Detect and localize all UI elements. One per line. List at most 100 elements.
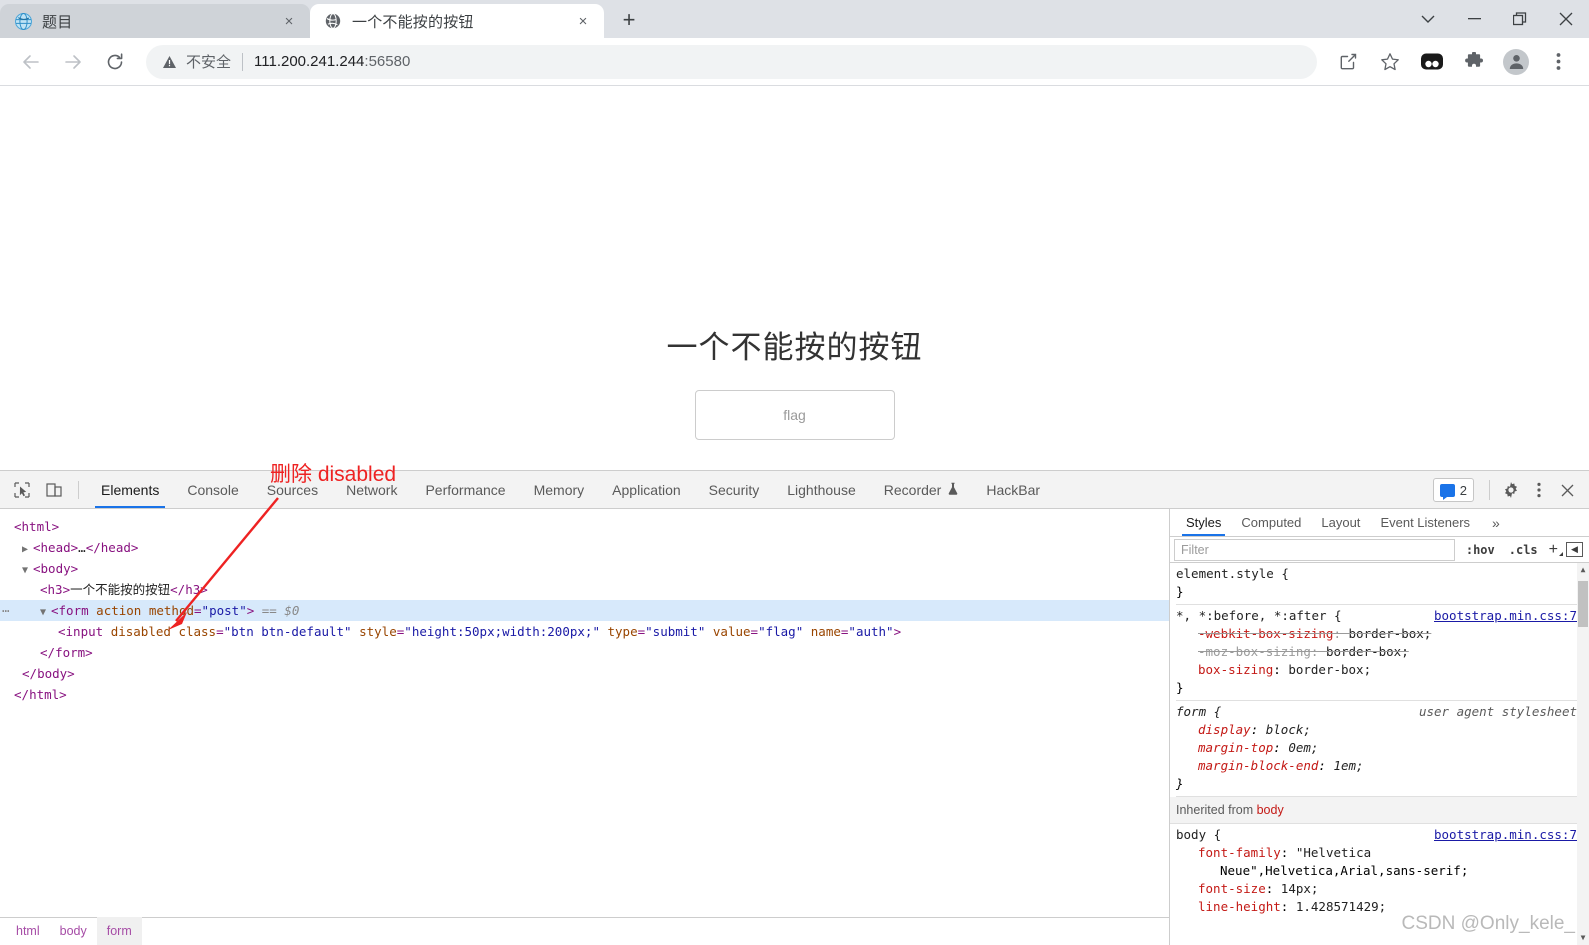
toggle-sidebar-icon[interactable]: ◀ — [1566, 542, 1583, 557]
dom-tree-pane: <html> ▶ <head>…</head> ▼ <body> <h3>一个不能按… — [0, 509, 1170, 945]
css-rule-body[interactable]: body { bootstrap.min.css:7 font-family: … — [1176, 824, 1589, 919]
dom-node-html-close[interactable]: </html> — [0, 684, 1169, 705]
stylesheet-origin-link[interactable]: bootstrap.min.css:7 — [1434, 607, 1589, 625]
form-attr-method-value: post — [209, 603, 240, 618]
styles-tab-styles[interactable]: Styles — [1176, 509, 1231, 536]
input-attr-type-name: type — [607, 624, 638, 639]
new-tab-button[interactable]: + — [612, 3, 646, 37]
devtools-tab-hackbar[interactable]: HackBar — [972, 471, 1054, 508]
minimize-button[interactable] — [1451, 3, 1497, 35]
url-port: :56580 — [364, 53, 411, 70]
more-tabs-icon[interactable]: » — [1484, 515, 1508, 531]
dom-node-form[interactable]: ⋯ ▼ <form action method="post"> == $0 — [0, 600, 1169, 621]
globe-blue-icon — [14, 12, 32, 30]
collapse-triangle-icon[interactable]: ▼ — [22, 560, 30, 581]
scrollbar-thumb[interactable] — [1578, 581, 1588, 627]
styles-tab-computed[interactable]: Computed — [1231, 509, 1311, 536]
dom-node-html[interactable]: <html> — [0, 516, 1169, 537]
close-window-button[interactable] — [1543, 3, 1589, 35]
css-declaration[interactable]: font-family: "Helvetica — [1176, 844, 1589, 862]
input-attr-value-value: flag — [765, 624, 796, 639]
rule-selector: form { user agent stylesheet — [1176, 703, 1589, 721]
browser-tab-2[interactable]: 一个不能按的按钮 × — [310, 4, 604, 38]
css-rule-form-ua[interactable]: form { user agent stylesheet display: bl… — [1176, 701, 1589, 797]
stylesheet-origin-link[interactable]: bootstrap.min.css:7 — [1434, 826, 1589, 844]
back-icon[interactable] — [13, 44, 49, 80]
dom-node-body[interactable]: ▼ <body> — [0, 558, 1169, 579]
share-icon[interactable] — [1330, 44, 1366, 80]
address-bar[interactable]: 不安全 111.200.241.244:56580 — [146, 44, 1317, 79]
devtools-tab-elements[interactable]: Elements — [87, 471, 173, 508]
dom-node-form-close[interactable]: </form> — [0, 642, 1169, 663]
devtools-tab-recorder[interactable]: Recorder — [870, 471, 973, 508]
selected-node-marker: == $0 — [261, 603, 300, 618]
browser-tab-1[interactable]: 题目 × — [0, 4, 310, 38]
dom-node-input[interactable]: <input disabled class="btn btn-default" … — [0, 621, 1169, 642]
extension-darkreader-icon[interactable] — [1414, 44, 1450, 80]
css-declaration[interactable]: margin-block-end: 1em; — [1176, 757, 1589, 775]
input-attr-name-value: auth — [855, 624, 887, 639]
devtools-body: <html> ▶ <head>…</head> ▼ <body> <h3>一个不能按… — [0, 509, 1589, 945]
css-declaration[interactable]: font-size: 14px; — [1176, 880, 1589, 898]
profile-avatar-icon[interactable] — [1498, 44, 1534, 80]
scroll-down-icon[interactable]: ▼ — [1577, 931, 1589, 945]
css-declaration[interactable]: -moz-box-sizing: border-box; — [1176, 643, 1589, 661]
css-value: 14px; — [1280, 881, 1319, 896]
css-declaration[interactable]: display: block; — [1176, 721, 1589, 739]
devtools-tab-application[interactable]: Application — [598, 471, 695, 508]
css-value: 1em; — [1333, 758, 1364, 773]
breadcrumb-item-form[interactable]: form — [96, 917, 142, 945]
device-toolbar-icon[interactable] — [40, 477, 68, 503]
devtools-tab-lighthouse[interactable]: Lighthouse — [773, 471, 870, 508]
rule-close-brace: } — [1176, 776, 1184, 791]
gear-icon[interactable] — [1497, 476, 1525, 504]
star-icon[interactable] — [1372, 44, 1408, 80]
dom-node-body-close[interactable]: </body> — [0, 663, 1169, 684]
css-declaration[interactable]: -webkit-box-sizing: border-box; — [1176, 625, 1589, 643]
overflow-dots-icon[interactable]: ⋯ — [2, 600, 11, 621]
cls-toggle-button[interactable]: .cls — [1502, 543, 1545, 557]
devtools-tab-performance[interactable]: Performance — [411, 471, 519, 508]
collapse-triangle-icon[interactable]: ▼ — [40, 602, 48, 623]
not-secure-warning-icon[interactable] — [162, 55, 177, 69]
breadcrumb-item-body[interactable]: body — [50, 917, 97, 945]
message-count-badge[interactable]: 2 — [1432, 478, 1474, 502]
dom-node-h3[interactable]: <h3>一个不能按的按钮</h3> — [0, 579, 1169, 600]
close-icon[interactable]: × — [572, 10, 594, 32]
styles-tab-layout[interactable]: Layout — [1311, 509, 1370, 536]
hov-toggle-button[interactable]: :hov — [1459, 543, 1502, 557]
css-rule-element-style[interactable]: element.style { } — [1176, 563, 1589, 605]
breadcrumb-item-html[interactable]: html — [6, 917, 50, 945]
close-devtools-icon[interactable] — [1553, 476, 1581, 504]
css-declaration[interactable]: box-sizing: border-box; — [1176, 661, 1589, 679]
puzzle-icon[interactable] — [1456, 44, 1492, 80]
css-value: border-box; — [1325, 644, 1409, 659]
new-style-rule-button[interactable]: + — [1545, 541, 1564, 559]
inspect-element-icon[interactable] — [8, 477, 36, 503]
input-attr-disabled[interactable]: disabled — [111, 624, 171, 639]
form-attr-method-name: method — [148, 603, 195, 618]
inherited-node-name[interactable]: body — [1257, 803, 1284, 817]
forward-icon[interactable] — [55, 44, 91, 80]
styles-tab-event-listeners[interactable]: Event Listeners — [1370, 509, 1480, 536]
devtools-tab-memory[interactable]: Memory — [520, 471, 599, 508]
scroll-up-icon[interactable]: ▲ — [1577, 563, 1589, 577]
rule-selector: element.style { — [1176, 565, 1589, 583]
kebab-menu-icon[interactable] — [1525, 476, 1553, 504]
tab-search-icon[interactable] — [1405, 3, 1451, 35]
flag-submit-button[interactable]: flag — [694, 390, 895, 440]
kebab-menu-icon[interactable] — [1540, 44, 1576, 80]
dom-node-head[interactable]: ▶ <head>…</head> — [0, 537, 1169, 558]
devtools-tab-console[interactable]: Console — [173, 471, 252, 508]
css-rule-universal[interactable]: *, *:before, *:after { bootstrap.min.css… — [1176, 605, 1589, 701]
expand-triangle-icon[interactable]: ▶ — [22, 539, 30, 560]
reload-icon[interactable] — [97, 44, 133, 80]
maximize-button[interactable] — [1497, 3, 1543, 35]
input-attr-class-name: class — [178, 624, 217, 639]
tab-label: Recorder — [883, 481, 942, 498]
styles-scrollbar[interactable]: ▲ ▼ — [1577, 563, 1589, 945]
close-icon[interactable]: × — [278, 10, 300, 32]
css-declaration[interactable]: margin-top: 0em; — [1176, 739, 1589, 757]
devtools-tab-security[interactable]: Security — [695, 471, 774, 508]
styles-filter-input[interactable]: Filter — [1174, 538, 1455, 561]
